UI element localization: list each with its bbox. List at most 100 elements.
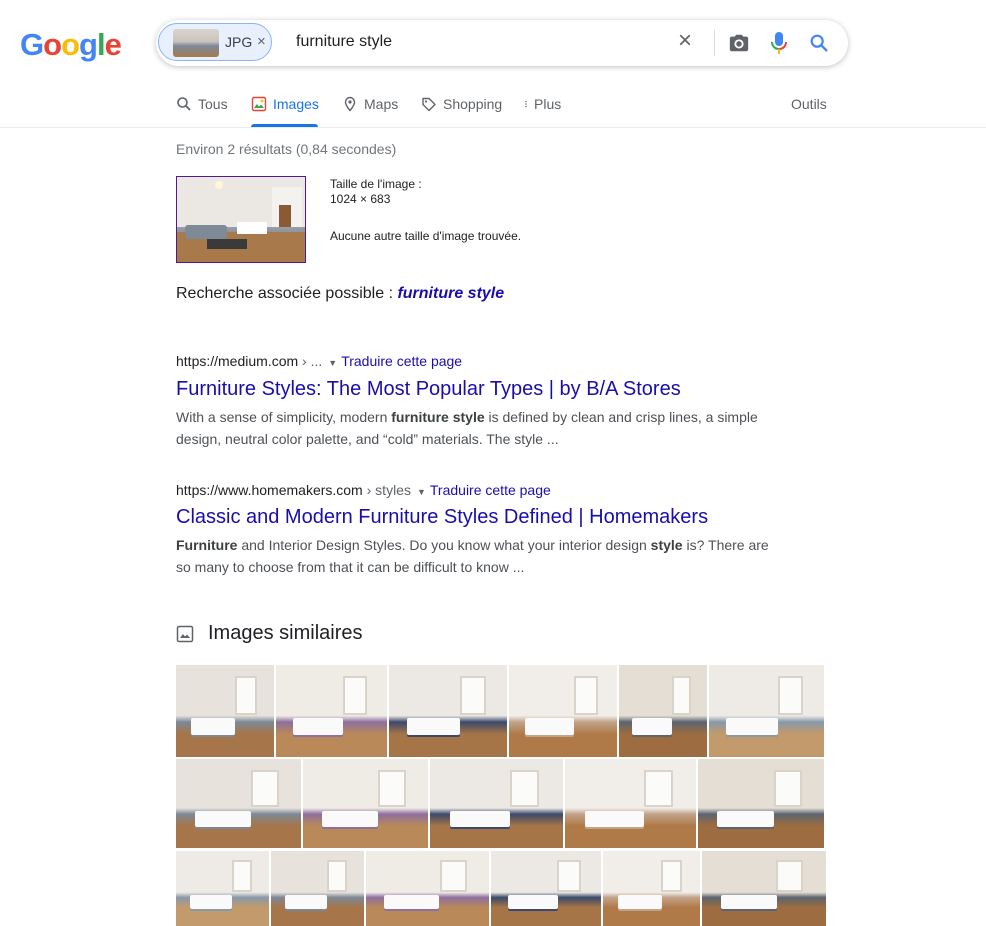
furniture-shape [191, 718, 235, 735]
google-logo[interactable]: Google [20, 27, 122, 63]
image-query-chip[interactable]: JPG × [158, 23, 272, 61]
tools-button[interactable]: Outils [791, 96, 827, 112]
result-url: https://medium.com › ... ▼ Traduire cette … [176, 353, 462, 369]
similar-image-thumbnail[interactable] [176, 665, 274, 757]
result-domain: https://www.homemakers.com [176, 482, 363, 498]
result-breadcrumb: › ... [298, 353, 323, 369]
tab-more[interactable]: Plus [522, 96, 561, 112]
image-icon [176, 625, 194, 643]
map-pin-icon [344, 96, 356, 112]
similar-image-thumbnail[interactable] [176, 759, 301, 848]
similar-image-thumbnail[interactable] [276, 665, 387, 757]
similar-image-thumbnail[interactable] [509, 665, 617, 757]
furniture-shape [285, 895, 327, 909]
image-size-value: 1024 × 683 [330, 192, 391, 206]
translate-link[interactable]: Traduire cette page [430, 482, 551, 498]
window-shape [460, 676, 486, 715]
tab-maps[interactable]: Maps [342, 96, 398, 112]
similar-images-title: Images similaires [208, 622, 363, 644]
related-search: Recherche associée possible : furniture … [176, 285, 504, 303]
logo-letter: G [20, 27, 44, 62]
result-title-link[interactable]: Classic and Modern Furniture Styles Defi… [176, 506, 708, 529]
tab-label: Shopping [443, 96, 503, 112]
image-icon [251, 96, 267, 112]
furniture-shape [190, 895, 232, 909]
logo-letter: l [96, 27, 106, 62]
snippet-highlight: Furniture [176, 537, 238, 553]
window-shape [510, 770, 539, 807]
similar-image-thumbnail[interactable] [176, 851, 269, 926]
furniture-shape [726, 718, 778, 735]
query-image-thumbnail [173, 29, 219, 57]
furniture-shape [384, 895, 439, 909]
result-stats: Environ 2 résultats (0,84 secondes) [176, 141, 397, 157]
similar-image-thumbnail[interactable] [565, 759, 696, 848]
furniture-shape [195, 811, 251, 827]
window-shape [557, 860, 581, 892]
furniture-shape [407, 718, 460, 735]
furniture-shape [717, 811, 774, 827]
image-size-label: Taille de l'image : [330, 177, 422, 191]
window-shape [232, 860, 252, 892]
caret-down-icon[interactable]: ▼ [328, 358, 337, 368]
result-title-link[interactable]: Furniture Styles: The Most Popular Types… [176, 378, 681, 401]
microphone-icon[interactable] [770, 31, 788, 55]
query-image[interactable] [176, 176, 306, 263]
result-snippet: With a sense of simplicity, modern furni… [176, 406, 776, 450]
similar-image-thumbnail[interactable] [702, 851, 826, 926]
logo-letter: e [104, 27, 122, 62]
search-input[interactable]: furniture style [296, 33, 392, 51]
similar-image-thumbnail[interactable] [619, 665, 707, 757]
window-shape [343, 676, 367, 715]
furniture-shape [632, 718, 672, 735]
similar-image-thumbnail[interactable] [709, 665, 824, 757]
similar-image-thumbnail[interactable] [389, 665, 507, 757]
tab-all[interactable]: Tous [176, 96, 228, 112]
tag-icon [422, 97, 436, 112]
similar-image-thumbnail[interactable] [603, 851, 700, 926]
snippet-text: and Interior Design Styles. Do you know … [237, 537, 651, 553]
furniture-shape [618, 895, 662, 909]
related-search-link[interactable]: furniture style [397, 285, 504, 302]
tabs-divider [0, 127, 986, 128]
furniture-shape [322, 811, 378, 827]
snippet-highlight: furniture style [391, 409, 485, 425]
logo-letter: o [43, 27, 62, 62]
similar-image-thumbnail[interactable] [271, 851, 364, 926]
similar-image-thumbnail[interactable] [366, 851, 489, 926]
snippet-highlight: style [650, 537, 683, 553]
window-shape [235, 676, 257, 715]
window-shape [574, 676, 598, 715]
tab-label: Maps [364, 96, 399, 112]
result-domain: https://medium.com [176, 353, 299, 369]
room-photo [177, 177, 305, 262]
logo-letter: o [61, 27, 80, 62]
camera-icon[interactable] [728, 32, 750, 54]
window-shape [251, 770, 279, 807]
clear-search-icon[interactable]: × [678, 29, 692, 53]
furniture-shape [585, 811, 644, 827]
window-shape [778, 676, 803, 715]
divider [714, 30, 715, 56]
caret-down-icon[interactable]: ▼ [417, 487, 426, 497]
similar-image-thumbnail[interactable] [303, 759, 428, 848]
window-shape [440, 860, 467, 892]
furniture-shape [525, 718, 574, 735]
chip-close-icon[interactable]: × [257, 33, 266, 50]
more-vert-icon [525, 100, 527, 108]
search-submit-icon[interactable] [808, 32, 830, 54]
furniture-shape [293, 718, 343, 735]
tab-images[interactable]: Images [251, 96, 319, 112]
translate-link[interactable]: Traduire cette page [341, 353, 462, 369]
window-shape [776, 860, 803, 892]
tab-label: Plus [534, 96, 562, 112]
tab-label: Tous [198, 96, 228, 112]
similar-image-thumbnail[interactable] [698, 759, 824, 848]
window-shape [774, 770, 802, 807]
similar-image-thumbnail[interactable] [430, 759, 563, 848]
tab-shopping[interactable]: Shopping [421, 96, 502, 112]
tab-label: Images [273, 96, 319, 112]
furniture-shape [721, 895, 777, 909]
similar-image-thumbnail[interactable] [491, 851, 601, 926]
result-breadcrumb: › styles [362, 482, 411, 498]
